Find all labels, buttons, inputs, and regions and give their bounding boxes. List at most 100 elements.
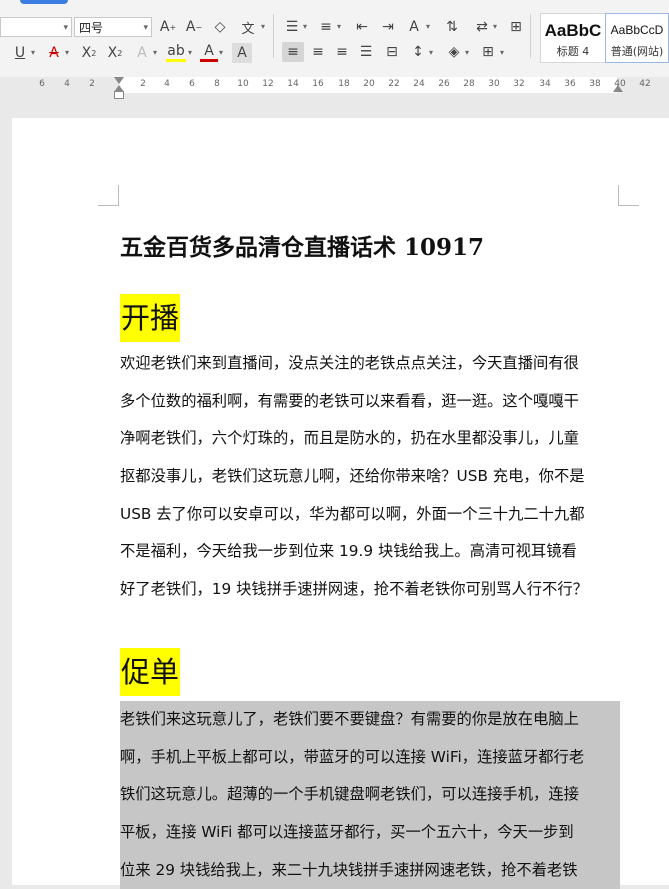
paragraph-line: 位来 29 块钱给我上，来二十九块钱拼手速拼网速老铁，抢不着老铁 xyxy=(120,851,620,889)
paragraph-line: 啊，手机上平板上都可以，带蓝牙的可以连接 WiFi，连接蓝牙都行老 xyxy=(120,738,620,777)
document-title: 五金百货多品清仓直播话术 10917 xyxy=(120,234,485,261)
ruler-tick: 10 xyxy=(237,79,249,89)
chevron-down-icon[interactable]: ▾ xyxy=(429,48,433,57)
chevron-down-icon[interactable]: ▾ xyxy=(261,22,265,31)
subscript-icon[interactable]: X2 xyxy=(104,43,126,63)
bullet-list-icon[interactable]: ☰ xyxy=(282,17,302,37)
ruler-tick: 40 xyxy=(614,79,626,89)
section-paragraph-kaibo[interactable]: 欢迎老铁们来到直播间，没点关注的老铁点点关注，今天直播间有很 多个位数的福利啊，… xyxy=(120,345,620,609)
separator xyxy=(273,14,274,58)
phonetic-guide-icon[interactable]: ⽂ xyxy=(236,17,260,37)
sort-icon[interactable]: ⇅ xyxy=(442,17,462,37)
align-center-icon[interactable]: ≡ xyxy=(308,42,328,62)
clear-format-icon[interactable]: ◇ xyxy=(210,17,230,37)
chevron-down-icon[interactable]: ▾ xyxy=(188,48,192,57)
underline-icon[interactable]: U xyxy=(10,43,30,63)
ruler-tick: 2 xyxy=(89,79,95,89)
ruler-tick: 28 xyxy=(463,79,475,89)
ruler-tick: 6 xyxy=(39,79,45,89)
strikethrough-icon[interactable]: A xyxy=(44,43,64,63)
tab-highlight xyxy=(20,0,68,4)
borders-icon[interactable]: ⊞ xyxy=(478,42,498,62)
chevron-down-icon[interactable]: ▾ xyxy=(426,22,430,31)
section-heading-cudan: 促单 xyxy=(120,648,181,696)
paragraph-line: 铁们这玩意儿。超薄的一个手机键盘啊老铁们，可以连接手机，连接 xyxy=(120,776,620,815)
align-left-icon[interactable]: ≡ xyxy=(282,42,304,62)
paragraph-line: 好了老铁们，19 块钱拼手速拼网速，抢不着老铁你可别骂人行不行？ xyxy=(120,580,588,599)
chevron-down-icon[interactable]: ▾ xyxy=(153,48,157,57)
font-name-combo[interactable]: ▾ xyxy=(0,17,72,37)
table-layout-icon[interactable]: ⊞ xyxy=(506,17,526,37)
numbered-list-icon[interactable]: ≡ xyxy=(316,17,336,37)
text-direction-icon[interactable]: A xyxy=(404,17,424,37)
superscript-icon[interactable]: X2 xyxy=(78,43,100,63)
justify-icon[interactable]: ☰ xyxy=(356,42,376,62)
separator xyxy=(530,14,531,58)
shrink-font-icon[interactable]: A − xyxy=(184,17,204,37)
style-heading4[interactable]: AaBbC 标题 4 xyxy=(540,13,606,63)
char-shading-icon[interactable]: A xyxy=(232,43,252,63)
paragraph-line: 欢迎老铁们来到直播间，没点关注的老铁点点关注，今天直播间有很 xyxy=(120,354,579,372)
style-label: 标题 4 xyxy=(556,45,590,58)
ruler-tick: 32 xyxy=(513,79,525,89)
ruler-tick: 8 xyxy=(214,79,220,89)
chevron-down-icon[interactable]: ▾ xyxy=(219,48,223,57)
style-label: 普通(网站) xyxy=(610,45,664,58)
ruler-tick: 22 xyxy=(388,79,400,89)
ruler-tick: 24 xyxy=(413,79,425,89)
chevron-down-icon[interactable]: ▾ xyxy=(500,48,504,57)
line-spacing-icon[interactable]: ↕ xyxy=(408,42,428,62)
paragraph-line: 抠都没事儿，老铁们这玩意儿啊，还给你带来啥？USB 充电，你不是 xyxy=(120,467,585,486)
ruler-tick: 18 xyxy=(338,79,350,89)
font-color-icon[interactable]: A xyxy=(200,43,218,62)
align-right-icon[interactable]: ≡ xyxy=(332,42,352,62)
section-paragraph-cudan-selected[interactable]: 老铁们来这玩意儿了，老铁们要不要键盘？有需要的你是放在电脑上 啊，手机上平板上都… xyxy=(120,701,620,889)
ruler-tick: 26 xyxy=(438,79,450,89)
chevron-down-icon[interactable]: ▾ xyxy=(303,22,307,31)
chevron-down-icon[interactable]: ▾ xyxy=(65,48,69,57)
ruler-tick: 36 xyxy=(564,79,576,89)
ruler-tick: 42 xyxy=(639,79,651,89)
paragraph-line: 不是福利，今天给我一步到位来 19.9 块钱给我上。高清可视耳镜看 xyxy=(120,542,577,561)
chevron-down-icon: ▾ xyxy=(63,23,68,33)
style-preview: AaBbCcD xyxy=(610,23,664,37)
distributed-icon[interactable]: ⊟ xyxy=(382,42,402,62)
font-size-combo[interactable]: 四号 ▾ xyxy=(74,17,152,37)
horizontal-ruler[interactable]: 6 4 2 2 4 6 8 10 12 14 16 18 20 22 24 26… xyxy=(0,77,669,99)
increase-indent-icon[interactable]: ⇥ xyxy=(378,17,398,37)
document-page[interactable]: 五金百货多品清仓直播话术 10917 开播 欢迎老铁们来到直播间，没点关注的老铁… xyxy=(12,118,669,889)
indent-marker-icon[interactable] xyxy=(114,77,124,84)
ribbon-toolbar: ▾ 四号 ▾ A + A − ◇ ⽂ ▾ ☰ ▾ ≡ ▾ ⇤ ⇥ A ▾ ⇅ ⇄ ▾ … xyxy=(0,0,669,78)
paragraph-line: USB 去了你可以安卓可以，华为都可以啊，外面一个三十九二十九都 xyxy=(120,504,585,523)
margin-corner-left xyxy=(98,185,119,206)
chevron-down-icon[interactable]: ▾ xyxy=(493,22,497,31)
paragraph-line: 多个位数的福利啊，有需要的老铁可以来看看，逛一逛。这个嘎嘎干 xyxy=(120,391,579,410)
section-heading-kaibo: 开播 xyxy=(120,294,181,342)
ruler-tick: 4 xyxy=(64,79,70,89)
paragraph-line: 老铁们来这玩意儿了，老铁们要不要键盘？有需要的你是放在电脑上 xyxy=(120,701,620,739)
grow-font-icon[interactable]: A + xyxy=(158,17,178,37)
decrease-indent-icon[interactable]: ⇤ xyxy=(352,17,372,37)
chevron-down-icon: ▾ xyxy=(143,23,148,33)
style-normal-web[interactable]: AaBbCcD 普通(网站) xyxy=(605,13,669,63)
ruler-tick: 30 xyxy=(488,79,500,89)
indent-box-icon[interactable] xyxy=(114,91,124,99)
chevron-down-icon[interactable]: ▾ xyxy=(465,48,469,57)
ruler-tick: 2 xyxy=(140,79,146,89)
ruler-tick: 16 xyxy=(312,79,324,89)
paragraph-line: 平板，连接 WiFi 都可以连接蓝牙都行，买一个五六十，今天一步到 xyxy=(120,814,620,852)
ruler-tick: 34 xyxy=(539,79,551,89)
highlight-color-icon[interactable]: ab xyxy=(166,43,186,62)
ruler-tick: 12 xyxy=(262,79,274,89)
style-preview: AaBbC xyxy=(544,21,602,40)
paragraph-line: 净啊老铁们，六个灯珠的，而且是防水的，扔在水里都没事儿，儿童 xyxy=(120,429,579,448)
chevron-down-icon[interactable]: ▾ xyxy=(31,48,35,57)
shading-icon[interactable]: ◈ xyxy=(444,42,464,62)
ruler-tick: 4 xyxy=(164,79,170,89)
ruler-tick: 6 xyxy=(189,79,195,89)
text-effect-icon[interactable]: A xyxy=(132,43,152,63)
chevron-down-icon[interactable]: ▾ xyxy=(337,22,341,31)
ruler-tick: 14 xyxy=(287,79,299,89)
line-break-icon[interactable]: ⇄ xyxy=(472,17,492,37)
ruler-tick: 20 xyxy=(363,79,375,89)
